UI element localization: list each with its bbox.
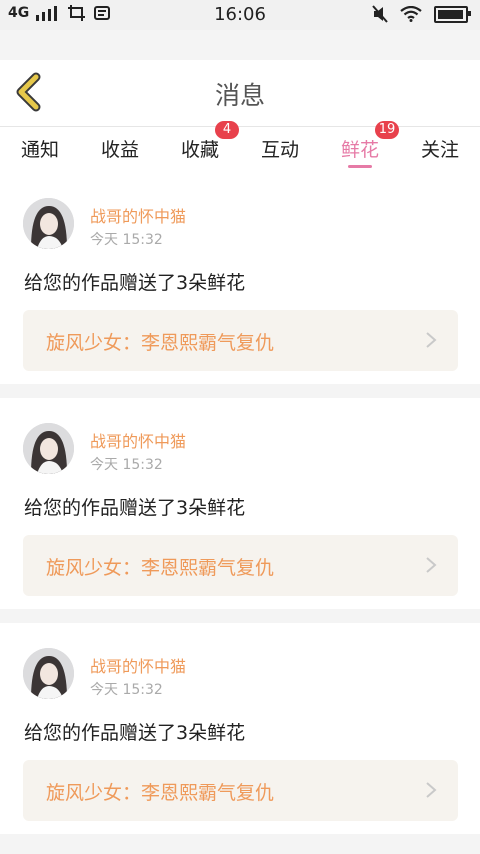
avatar-image <box>23 423 74 474</box>
avatar[interactable] <box>23 423 74 474</box>
sender-name[interactable]: 战哥的怀中猫 <box>90 203 186 227</box>
tab-interaction[interactable]: 互动 <box>261 127 299 162</box>
message-text: 给您的作品赠送了3朵鲜花 <box>24 272 246 294</box>
message-card: 战哥的怀中猫 今天 15:32 给您的作品赠送了3朵鲜花 旋风少女：李恩熙霸气复… <box>0 398 480 609</box>
chevron-right-icon <box>426 782 437 798</box>
chevron-right-icon <box>426 557 437 573</box>
tab-label: 互动 <box>260 139 299 161</box>
sender-name[interactable]: 战哥的怀中猫 <box>90 428 186 452</box>
message-time: 今天 15:32 <box>90 457 163 473</box>
tab-earnings[interactable]: 收益 <box>101 127 139 162</box>
avatar-image <box>23 198 74 249</box>
message-time: 今天 15:32 <box>90 682 163 698</box>
tab-follow[interactable]: 关注 <box>421 127 459 162</box>
page-title: 消息 <box>214 81 265 110</box>
avatar-image <box>23 648 74 699</box>
work-title: 旋风少女：李恩熙霸气复仇 <box>46 782 275 804</box>
sender-name[interactable]: 战哥的怀中猫 <box>90 653 186 677</box>
message-text: 给您的作品赠送了3朵鲜花 <box>24 722 246 744</box>
work-title: 旋风少女：李恩熙霸气复仇 <box>46 332 275 354</box>
wifi-icon <box>400 6 422 22</box>
message-card: 战哥的怀中猫 今天 15:32 给您的作品赠送了3朵鲜花 旋风少女：李恩熙霸气复… <box>0 623 480 834</box>
work-link[interactable]: 旋风少女：李恩熙霸气复仇 <box>23 310 458 371</box>
tab-label: 鲜花 <box>340 139 379 161</box>
top-spacer <box>0 30 480 60</box>
unread-badge: 4 <box>215 121 239 139</box>
unread-badge: 19 <box>375 121 399 139</box>
active-tab-indicator <box>347 165 372 168</box>
tab-flowers[interactable]: 鲜花 19 <box>340 121 399 168</box>
chevron-right-icon <box>426 332 437 348</box>
tab-label: 收藏 <box>180 139 219 161</box>
message-list: 战哥的怀中猫 今天 15:32 给您的作品赠送了3朵鲜花 旋风少女：李恩熙霸气复… <box>0 173 480 848</box>
tab-bar: 通知 收益 收藏 4 互动 鲜花 19 关注 <box>0 121 480 173</box>
mute-icon <box>372 5 388 23</box>
status-bar: 4G 16:06 <box>0 0 480 30</box>
status-right <box>372 5 471 23</box>
avatar[interactable] <box>23 198 74 249</box>
message-time: 今天 15:32 <box>90 232 163 248</box>
work-link[interactable]: 旋风少女：李恩熙霸气复仇 <box>23 760 458 821</box>
message-card: 战哥的怀中猫 今天 15:32 给您的作品赠送了3朵鲜花 旋风少女：李恩熙霸气复… <box>0 173 480 384</box>
tab-notice[interactable]: 通知 <box>21 127 59 162</box>
tab-label: 关注 <box>420 139 459 161</box>
work-link[interactable]: 旋风少女：李恩熙霸气复仇 <box>23 535 458 596</box>
tab-favorites[interactable]: 收藏 4 <box>180 121 239 162</box>
message-text: 给您的作品赠送了3朵鲜花 <box>24 497 246 519</box>
work-title: 旋风少女：李恩熙霸气复仇 <box>46 557 275 579</box>
tab-label: 通知 <box>20 139 59 161</box>
tab-label: 收益 <box>100 139 139 161</box>
avatar[interactable] <box>23 648 74 699</box>
header: 消息 <box>0 60 480 127</box>
battery-icon <box>434 5 471 23</box>
